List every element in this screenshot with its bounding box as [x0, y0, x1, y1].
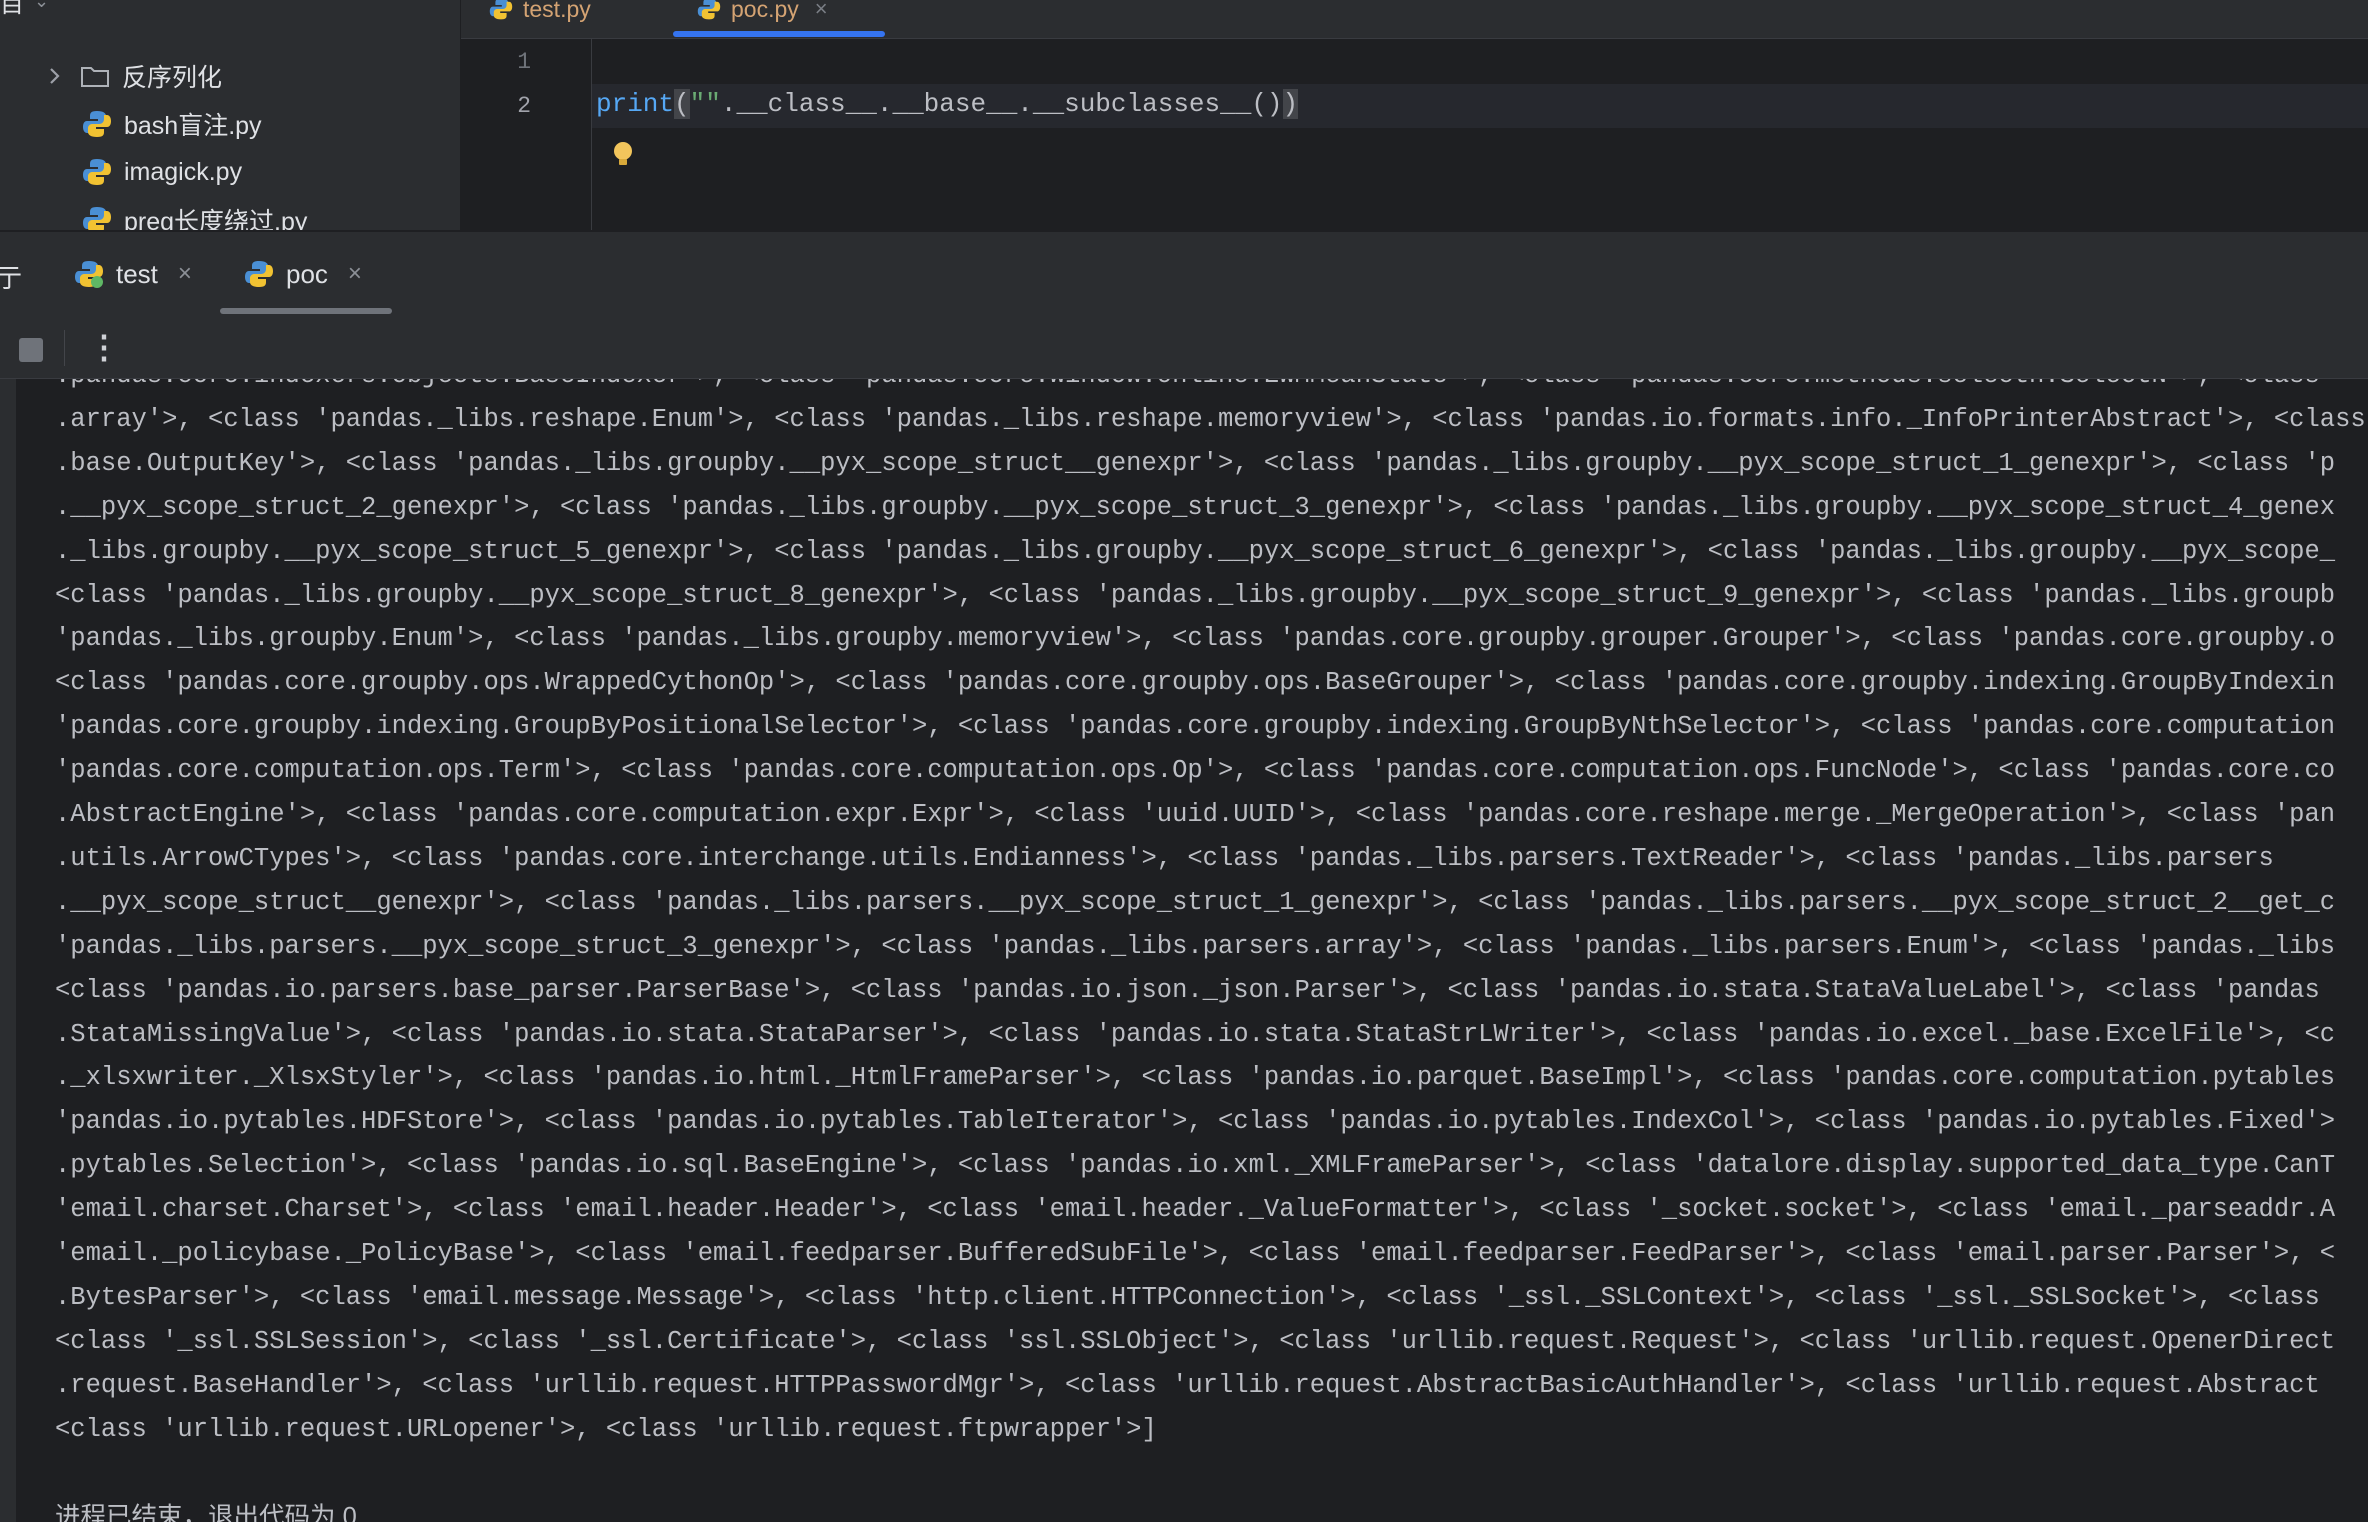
chevron-right-icon[interactable]	[48, 66, 62, 86]
console-line: 'email._policybase._PolicyBase'>, <class…	[55, 1239, 2336, 1268]
tree-item-label: 反序列化	[122, 64, 223, 92]
console-line: .request.BaseHandler'>, <class 'urllib.r…	[55, 1370, 2320, 1400]
tree-item-folder[interactable]: 反序列化	[48, 53, 222, 99]
console-line: .BytesParser'>, <class 'email.message.Me…	[55, 1282, 2320, 1312]
tree-item-label: preg长度绕过.py	[124, 208, 308, 230]
tree-item-label: imagick.py	[124, 157, 243, 186]
run-tab-label: test	[116, 258, 158, 289]
console-line: .array'>, <class 'pandas._libs.reshape.E…	[55, 404, 2366, 434]
project-title-label: 目	[0, 0, 24, 18]
line-number-gutter: 1 2	[461, 39, 632, 230]
console-line: 'pandas._libs.parsers.__pyx_scope_struct…	[55, 931, 2336, 961]
code-string: ""	[689, 89, 721, 119]
project-title[interactable]: 目 ⌄	[0, 0, 49, 18]
tree-item-file[interactable]: imagick.py	[82, 149, 242, 195]
python-run-icon	[245, 261, 273, 287]
console-line: .base.OutputKey'>, <class 'pandas._libs.…	[55, 448, 2336, 478]
project-sidebar: 目 ⌄ 反序列化 bash盲注.py imagick.py preg长度绕过.p…	[0, 0, 461, 230]
chevron-down-icon[interactable]: ⌄	[34, 0, 49, 12]
folder-icon	[81, 67, 109, 87]
console-line: ._xlsxwriter._XlsxStyler'>, <class 'pand…	[55, 1063, 2336, 1093]
console-gutter	[0, 379, 16, 1522]
console-line: .__pyx_scope_struct__genexpr'>, <class '…	[55, 887, 2336, 917]
close-icon[interactable]: ×	[348, 260, 362, 288]
console-line: .AbstractEngine'>, <class 'pandas.core.c…	[55, 800, 2336, 829]
line-number: 2	[517, 93, 531, 119]
console-line: <class 'pandas.io.parsers.base_parser.Pa…	[55, 975, 2320, 1005]
console-line: 'email.charset.Charset'>, <class 'email.…	[55, 1195, 2336, 1225]
editor-tab-bar: test.py poc.py ×	[461, 0, 2368, 39]
console-line: ._libs.groupby.__pyx_scope_struct_5_gene…	[55, 536, 2336, 566]
console-line: 'pandas.io.pytables.HDFStore'>, <class '…	[55, 1107, 2336, 1137]
active-run-tab-indicator	[220, 308, 392, 314]
tab-label: test.py	[523, 0, 591, 22]
run-tab-test[interactable]: test ×	[74, 232, 192, 316]
python-file-icon	[83, 207, 111, 230]
code-paren: (	[674, 89, 690, 119]
console-line: <class 'pandas._libs.groupby.__pyx_scope…	[55, 580, 2336, 610]
close-icon[interactable]: ×	[815, 0, 828, 22]
tree-item-file[interactable]: preg长度绕过.py	[82, 197, 307, 230]
console-line: .pytables.Selection'>, <class 'pandas.io…	[55, 1151, 2336, 1181]
more-options-icon[interactable]: ⋮	[88, 328, 120, 366]
run-tab-poc[interactable]: poc ×	[244, 232, 362, 316]
stop-icon[interactable]	[19, 338, 43, 362]
console-line: 'pandas.core.computation.ops.Term'>, <cl…	[55, 756, 2336, 786]
python-file-icon	[697, 0, 721, 20]
console-line: <class 'pandas.core.groupby.ops.WrappedC…	[55, 668, 2336, 698]
console-line: 'pandas._libs.groupby.Enum'>, <class 'pa…	[55, 624, 2336, 654]
run-window-title: 亍	[0, 263, 23, 293]
console-line: 'pandas.core.groupby.indexing.GroupByPos…	[55, 712, 2336, 742]
tree-item-file[interactable]: bash盲注.py	[82, 101, 262, 147]
code-editor[interactable]: test.py poc.py × 1 2 print("".__class__.…	[461, 0, 2368, 230]
python-file-icon	[83, 159, 111, 185]
code-function: print	[596, 89, 675, 119]
python-file-icon	[489, 0, 513, 20]
console-line: .__pyx_scope_struct_2_genexpr'>, <class …	[55, 492, 2336, 522]
console-line: <class 'urllib.request.URLopener'>, <cla…	[55, 1414, 1157, 1444]
line-number: 1	[517, 49, 531, 75]
tab-test-py[interactable]: test.py	[489, 0, 591, 28]
run-tab-label: poc	[286, 258, 328, 289]
code-paren: )	[1282, 89, 1299, 119]
toolbar-divider	[64, 330, 65, 366]
run-toolbar: ⋮	[0, 316, 2368, 379]
close-icon[interactable]: ×	[178, 260, 192, 288]
code-line-2[interactable]: print("".__class__.__base__.__subclasses…	[596, 89, 1299, 119]
run-tool-window-header: 亍 test × poc ×	[0, 231, 2368, 317]
active-tab-indicator	[673, 31, 885, 37]
console-line: .pandas.core.indexers.objects.BaseIndexe…	[55, 379, 2320, 391]
console-output[interactable]: .pandas.core.indexers.objects.BaseIndexe…	[0, 379, 2368, 1522]
exit-status-line: 进程已结束，退出代码为 0	[55, 1503, 357, 1522]
console-line: .utils.ArrowCTypes'>, <class 'pandas.cor…	[55, 843, 2274, 873]
python-file-icon	[83, 111, 111, 137]
console-line: <class '_ssl.SSLSession'>, <class '_ssl.…	[55, 1326, 2336, 1356]
code-expression: .__class__.__base__.__subclasses__()	[720, 89, 1283, 119]
tab-label: poc.py	[731, 0, 799, 22]
python-run-icon	[75, 261, 103, 288]
console-line: .StataMissingValue'>, <class 'pandas.io.…	[55, 1019, 2336, 1049]
tab-poc-py[interactable]: poc.py ×	[697, 0, 828, 28]
lightbulb-icon[interactable]	[611, 139, 635, 171]
tree-item-label: bash盲注.py	[124, 112, 262, 140]
